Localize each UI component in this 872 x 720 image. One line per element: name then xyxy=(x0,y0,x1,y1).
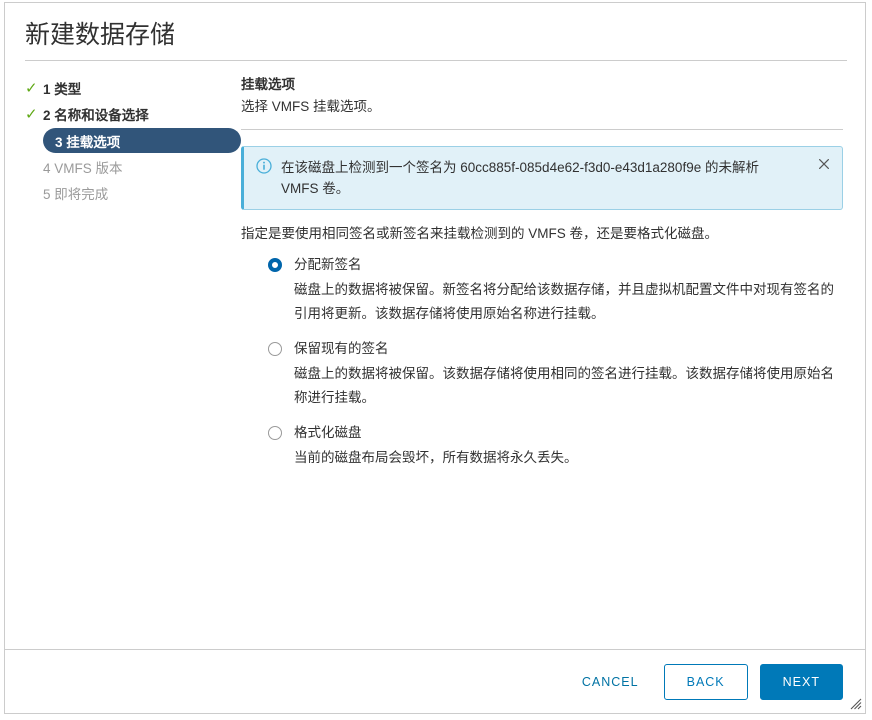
radio-assign-new-signature[interactable] xyxy=(268,258,282,272)
sidebar-item-mount-options[interactable]: 3 挂载选项 xyxy=(43,128,241,153)
sidebar-item-name-and-device[interactable]: ✓ 2 名称和设备选择 xyxy=(25,101,241,127)
option-assign-new-signature[interactable]: 分配新签名 磁盘上的数据将被保留。新签名将分配给该数据存储，并且虚拟机配置文件中… xyxy=(268,255,843,326)
option-header[interactable]: 分配新签名 xyxy=(268,255,843,275)
step-label: 2 名称和设备选择 xyxy=(43,104,149,124)
option-label: 格式化磁盘 xyxy=(294,423,362,443)
info-alert-banner: 在该磁盘上检测到一个签名为 60cc885f-085d4e62-f3d0-e43… xyxy=(241,146,843,210)
cancel-button[interactable]: CANCEL xyxy=(567,664,654,700)
new-datastore-wizard: 新建数据存储 ✓ 1 类型 ✓ 2 名称和设备选择 3 挂载选项 ✓ 4 VMF… xyxy=(4,2,866,714)
back-button[interactable]: BACK xyxy=(664,664,748,700)
sidebar-item-ready-to-complete[interactable]: ✓ 5 即将完成 xyxy=(25,180,241,206)
wizard-steps-sidebar: ✓ 1 类型 ✓ 2 名称和设备选择 3 挂载选项 ✓ 4 VMFS 版本 ✓ … xyxy=(5,75,241,206)
step-label: 1 类型 xyxy=(43,78,81,98)
step-bullet-placeholder: ✓ xyxy=(25,160,43,175)
step-label: 5 即将完成 xyxy=(43,183,108,203)
option-header[interactable]: 格式化磁盘 xyxy=(268,423,843,443)
check-icon: ✓ xyxy=(25,81,43,96)
sidebar-item-vmfs-version[interactable]: ✓ 4 VMFS 版本 xyxy=(25,154,241,180)
option-label: 分配新签名 xyxy=(294,255,362,275)
content-title: 挂载选项 xyxy=(241,75,843,95)
option-description: 当前的磁盘布局会毁坏，所有数据将永久丢失。 xyxy=(268,443,834,470)
step-bullet-placeholder: ✓ xyxy=(25,186,43,201)
wizard-body: ✓ 1 类型 ✓ 2 名称和设备选择 3 挂载选项 ✓ 4 VMFS 版本 ✓ … xyxy=(5,61,865,649)
next-button[interactable]: NEXT xyxy=(760,664,843,700)
option-keep-existing-signature[interactable]: 保留现有的签名 磁盘上的数据将被保留。该数据存储将使用相同的签名进行挂载。该数据… xyxy=(268,339,843,410)
option-header[interactable]: 保留现有的签名 xyxy=(268,339,843,359)
instruction-text: 指定是要使用相同签名或新签名来挂载检测到的 VMFS 卷，还是要格式化磁盘。 xyxy=(241,223,843,244)
alert-message: 在该磁盘上检测到一个签名为 60cc885f-085d4e62-f3d0-e43… xyxy=(281,157,800,199)
resize-grip-icon[interactable] xyxy=(850,698,862,710)
step-label: 3 挂载选项 xyxy=(55,131,120,151)
close-icon[interactable] xyxy=(816,156,832,172)
option-description: 磁盘上的数据将被保留。该数据存储将使用相同的签名进行挂载。该数据存储将使用原始名… xyxy=(268,359,834,410)
radio-format-disk[interactable] xyxy=(268,426,282,440)
content-divider xyxy=(241,129,843,130)
wizard-content-pane: 挂载选项 选择 VMFS 挂载选项。 在该磁盘上检测到一个签名为 60cc885… xyxy=(241,75,865,470)
sidebar-item-type[interactable]: ✓ 1 类型 xyxy=(25,75,241,101)
content-subtitle: 选择 VMFS 挂载选项。 xyxy=(241,95,843,117)
option-description: 磁盘上的数据将被保留。新签名将分配给该数据存储，并且虚拟机配置文件中对现有签名的… xyxy=(268,275,834,326)
page-title: 新建数据存储 xyxy=(25,19,865,60)
radio-keep-existing-signature[interactable] xyxy=(268,342,282,356)
step-label: 4 VMFS 版本 xyxy=(43,157,123,177)
wizard-header: 新建数据存储 xyxy=(5,3,865,61)
mount-options-radio-group: 分配新签名 磁盘上的数据将被保留。新签名将分配给该数据存储，并且虚拟机配置文件中… xyxy=(241,255,843,470)
check-icon: ✓ xyxy=(25,107,43,122)
option-format-disk[interactable]: 格式化磁盘 当前的磁盘布局会毁坏，所有数据将永久丢失。 xyxy=(268,423,843,470)
wizard-footer: CANCEL BACK NEXT xyxy=(5,649,865,713)
info-circle-icon xyxy=(256,158,272,174)
option-label: 保留现有的签名 xyxy=(294,339,389,359)
